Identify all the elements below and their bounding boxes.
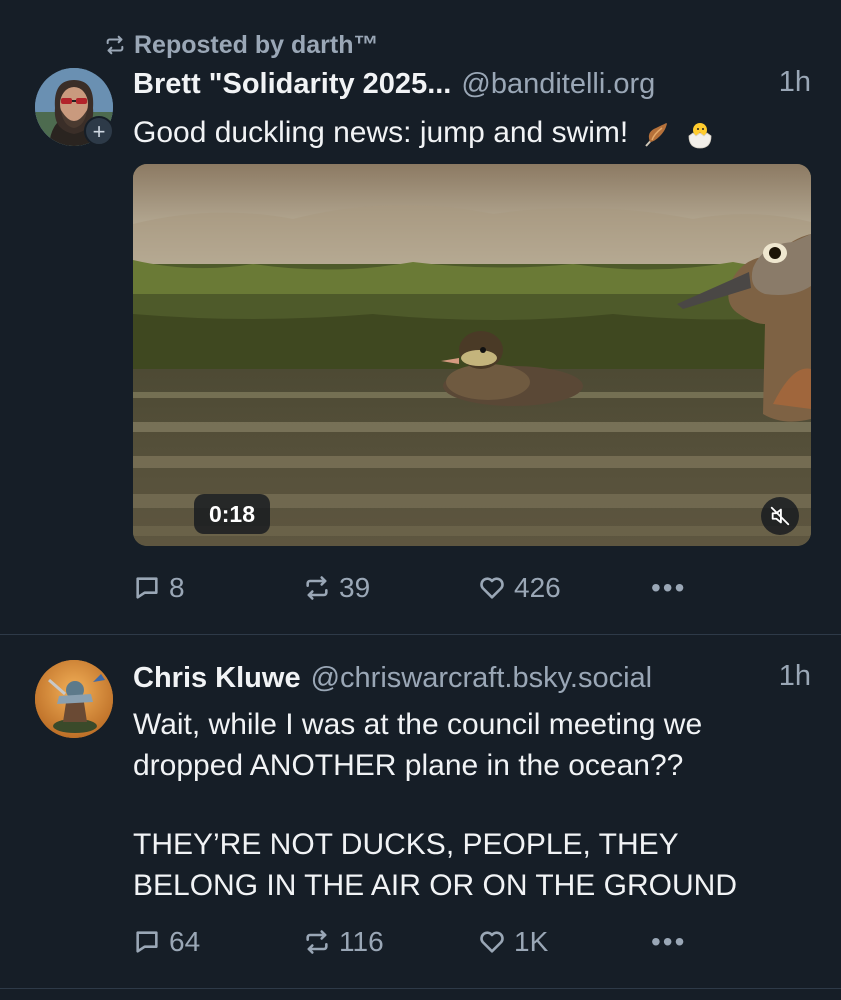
post-actions: 64 116 1K •••	[133, 920, 693, 964]
post-time[interactable]: 1h	[779, 66, 811, 99]
like-button[interactable]: 426	[478, 572, 561, 604]
post-header: Brett "Solidarity 2025... @banditelli.or…	[133, 64, 655, 104]
post-text-content: Good duckling news: jump and swim!	[133, 116, 629, 149]
repost-label: Reposted by darth™	[134, 30, 379, 59]
reply-count: 8	[169, 572, 185, 603]
feather-emoji	[645, 123, 668, 147]
post-divider	[0, 988, 841, 989]
like-button[interactable]: 1K	[478, 926, 548, 958]
reply-icon	[136, 931, 158, 953]
post-text-paragraph-2: THEY’RE NOT DUCKS, PEOPLE, THEY BELONG I…	[133, 828, 737, 902]
post-text: Good duckling news: jump and swim!	[133, 112, 716, 153]
post-header: Chris Kluwe @chriswarcraft.bsky.social	[133, 658, 652, 698]
post-actions: 8 39 426 •••	[133, 566, 693, 610]
reply-count: 64	[169, 926, 201, 957]
like-count: 1K	[514, 926, 549, 957]
unmute-button[interactable]	[761, 497, 799, 535]
post-card[interactable]: Reposted by darth™ + Brett "Solidarity 2…	[0, 0, 841, 634]
like-count: 426	[514, 572, 561, 603]
post-divider	[0, 634, 841, 635]
author-name[interactable]: Chris Kluwe	[133, 662, 301, 695]
author-handle[interactable]: @chriswarcraft.bsky.social	[311, 662, 653, 695]
reply-button[interactable]: 8	[133, 572, 185, 604]
more-options-button[interactable]: •••	[651, 572, 686, 604]
repost-count: 116	[339, 926, 384, 957]
avatar[interactable]	[35, 660, 113, 738]
repost-button[interactable]: 116	[303, 926, 384, 958]
video-player[interactable]	[133, 164, 811, 546]
video-frame	[133, 164, 811, 546]
repost-icon	[106, 35, 124, 55]
hatching-chick-emoji	[688, 123, 712, 149]
more-options-button[interactable]: •••	[651, 926, 686, 958]
reply-button[interactable]: 64	[133, 926, 200, 958]
author-handle[interactable]: @banditelli.org	[461, 68, 655, 101]
reply-icon	[136, 577, 158, 599]
video-timecode: 0:18	[194, 494, 270, 534]
author-name[interactable]: Brett "Solidarity 2025...	[133, 68, 451, 101]
muted-speaker-icon	[770, 506, 790, 526]
repost-count: 39	[339, 572, 371, 603]
post-time[interactable]: 1h	[779, 660, 811, 693]
follow-plus-button[interactable]: +	[84, 116, 114, 146]
repost-icon	[306, 576, 328, 600]
avatar-image	[35, 660, 113, 738]
repost-button[interactable]: 39	[303, 572, 370, 604]
post-text-paragraph-1: Wait, while I was at the council meeting…	[133, 708, 703, 782]
repost-icon	[306, 930, 328, 954]
heart-icon	[480, 931, 504, 953]
heart-icon	[480, 577, 504, 599]
repost-indicator[interactable]: Reposted by darth™	[104, 30, 378, 60]
